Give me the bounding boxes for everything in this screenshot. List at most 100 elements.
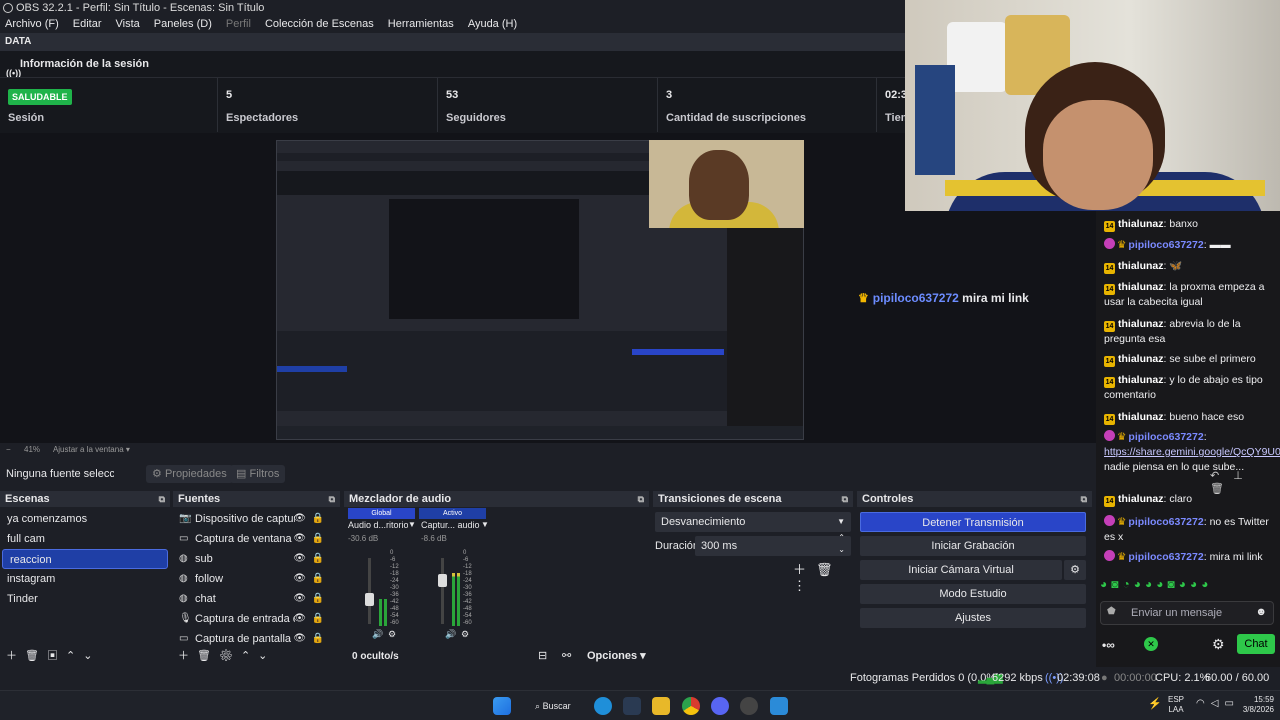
down-icon[interactable]: ⌄ bbox=[83, 650, 100, 662]
zoom-mode[interactable]: Ajustar a la ventana bbox=[53, 445, 124, 454]
chat-username[interactable]: thialunaz bbox=[1118, 218, 1164, 230]
trash-icon[interactable]: 🗑 bbox=[816, 562, 843, 577]
menu-item[interactable]: Paneles (D) bbox=[154, 16, 212, 33]
lock-icon[interactable]: 🔒 bbox=[312, 529, 324, 549]
source-item[interactable]: ▭ Captura de pantalla 👁 🔒 bbox=[173, 629, 340, 649]
source-item[interactable]: ◍ follow 👁 🔒 bbox=[173, 569, 340, 589]
trash-icon[interactable]: 🗑 bbox=[1210, 483, 1238, 495]
trash-icon[interactable]: 🗑 bbox=[25, 650, 47, 662]
chat-username[interactable]: thialunaz bbox=[1118, 374, 1164, 386]
clock[interactable]: 15:59 3/8/2026 bbox=[1234, 695, 1274, 715]
start-icon[interactable] bbox=[493, 697, 511, 715]
duration-input[interactable]: 300 ms ⌃ ⌄ bbox=[695, 533, 851, 556]
menu-item[interactable]: Archivo (F) bbox=[5, 16, 59, 33]
add-icon[interactable]: ＋ bbox=[178, 650, 197, 662]
popout-icon[interactable]: ⧉ bbox=[159, 491, 165, 507]
chat-message[interactable]: 14 thialunaz: 🦋 bbox=[1104, 259, 1274, 274]
popout-icon[interactable]: ⧉ bbox=[638, 491, 644, 507]
session-info-header[interactable]: ((•)) Información de la sesión bbox=[0, 51, 905, 78]
chat-username[interactable]: pipiloco637272 bbox=[1128, 516, 1203, 528]
up-icon[interactable]: ⌃ bbox=[241, 650, 258, 662]
lock-icon[interactable]: 🔒 bbox=[312, 629, 324, 649]
lock-icon[interactable]: 🔒 bbox=[312, 589, 324, 609]
down-icon[interactable]: ⌄ bbox=[258, 650, 275, 662]
chat-message[interactable]: ♛ pipiloco637272: no es Twitter es x bbox=[1104, 515, 1274, 545]
chat-username[interactable]: thialunaz bbox=[1118, 493, 1164, 505]
extension-icon[interactable]: ✕ bbox=[1144, 637, 1158, 651]
tray-icon[interactable]: ⚡ bbox=[1148, 697, 1162, 710]
chat-link[interactable]: https://share.gemini.google/QcQY9U07EGUh bbox=[1104, 446, 1280, 458]
chat-message[interactable]: ♛ pipiloco637272: ▬▬ bbox=[1104, 238, 1274, 253]
popout-icon[interactable]: ⧉ bbox=[842, 491, 848, 507]
popout-icon[interactable]: ⧉ bbox=[329, 491, 335, 507]
pin-icon[interactable]: ⊥ bbox=[1233, 470, 1257, 482]
more-icon[interactable]: ⋮ bbox=[793, 578, 816, 593]
source-item[interactable]: 🎙Captura de entrada de audio👁 🔒 bbox=[173, 609, 340, 629]
chat-input[interactable]: ⬟ Enviar un mensaje ☻ bbox=[1100, 601, 1274, 625]
virtual-camera-settings-gear-icon[interactable]: ⚙ bbox=[1064, 560, 1086, 580]
layout-icon[interactable]: ⊟ bbox=[538, 647, 547, 665]
volume-slider[interactable] bbox=[365, 558, 374, 624]
source-item[interactable]: ◍ chat 👁 🔒 bbox=[173, 589, 340, 609]
zoom-level[interactable]: 41% bbox=[24, 445, 40, 454]
eye-icon[interactable]: 👁 bbox=[293, 549, 306, 569]
chat-username[interactable]: thialunaz bbox=[1118, 411, 1164, 423]
chat-username[interactable]: thialunaz bbox=[1118, 281, 1164, 293]
points-icon[interactable]: •∞ bbox=[1102, 638, 1115, 652]
popout-icon[interactable]: ⧉ bbox=[1081, 491, 1087, 507]
chat-username[interactable]: thialunaz bbox=[1118, 318, 1164, 330]
chat-message[interactable]: 14 thialunaz: se sube el primero bbox=[1104, 352, 1274, 367]
chat-message[interactable]: 14 thialunaz: banxo bbox=[1104, 217, 1274, 232]
lock-icon[interactable]: 🔒 bbox=[312, 549, 324, 569]
scene-item[interactable]: full cam bbox=[0, 529, 170, 549]
chevron-down-icon[interactable]: ▼ bbox=[481, 520, 489, 529]
volume-slider[interactable] bbox=[438, 558, 447, 624]
filter-icon[interactable]: ▣ bbox=[47, 650, 66, 662]
chat-message[interactable]: 14 thialunaz: la proxma empeza a usar la … bbox=[1104, 280, 1274, 310]
lock-icon[interactable]: 🔒 bbox=[312, 569, 324, 589]
chat-message[interactable]: 14 thialunaz: bueno hace eso bbox=[1104, 410, 1274, 425]
eye-icon[interactable]: 👁 bbox=[293, 609, 306, 629]
volume-knob[interactable] bbox=[438, 574, 447, 587]
menu-item[interactable]: Ayuda (H) bbox=[468, 16, 517, 33]
menu-item[interactable]: Vista bbox=[116, 16, 140, 33]
menu-item[interactable]: Perfil bbox=[226, 16, 251, 33]
options-menu[interactable]: Opciones ▾ bbox=[587, 647, 646, 665]
notepad-icon[interactable] bbox=[770, 697, 788, 715]
search-button[interactable]: ⌕ Buscar bbox=[525, 695, 577, 717]
chat-message[interactable]: ♛ pipiloco637272: mira mi link bbox=[1104, 550, 1274, 565]
chat-username[interactable]: thialunaz bbox=[1118, 353, 1164, 365]
lock-icon[interactable]: 🔒 bbox=[312, 509, 324, 529]
trash-icon[interactable]: 🗑 bbox=[197, 650, 219, 662]
virtual-camera-button[interactable]: Iniciar Cámara Virtual bbox=[860, 560, 1062, 580]
discord-icon[interactable] bbox=[711, 697, 729, 715]
source-item[interactable]: ▭ Captura de ventana 👁 🔒 bbox=[173, 529, 340, 549]
emote-bar[interactable]: ◕◙◔◕◕◕◙◕◕◕ bbox=[1100, 577, 1212, 591]
scene-item[interactable]: reaccion bbox=[2, 549, 168, 569]
link-icon[interactable]: ⚯ bbox=[562, 647, 571, 665]
stop-stream-button[interactable]: Detener Transmisión bbox=[860, 512, 1086, 532]
steam-icon[interactable] bbox=[623, 697, 641, 715]
language-indicator[interactable]: ESP LAA bbox=[1168, 695, 1184, 715]
chat-settings-gear-icon[interactable]: ⚙ bbox=[1212, 636, 1225, 653]
gear-icon[interactable]: ⚙ bbox=[219, 650, 241, 662]
add-icon[interactable]: ＋ bbox=[793, 562, 816, 577]
chrome-icon[interactable] bbox=[682, 697, 700, 715]
chat-send-button[interactable]: Chat bbox=[1237, 634, 1275, 654]
settings-button[interactable]: Ajustes bbox=[860, 608, 1086, 628]
obs-taskbar-icon[interactable] bbox=[740, 697, 758, 715]
reply-icon[interactable]: ↶ bbox=[1210, 470, 1233, 482]
eye-icon[interactable]: 👁 bbox=[293, 589, 306, 609]
spinner-icon[interactable]: ⌃ ⌄ bbox=[838, 532, 845, 556]
lock-icon[interactable]: 🔒 bbox=[312, 609, 324, 629]
properties-button[interactable]: ⚙ Propiedades bbox=[146, 465, 233, 483]
speaker-icon[interactable]: 🔊 bbox=[445, 629, 456, 640]
up-icon[interactable]: ⌃ bbox=[66, 650, 83, 662]
source-item[interactable]: ◍ sub 👁 🔒 bbox=[173, 549, 340, 569]
mixer-tab-global[interactable]: Global bbox=[348, 508, 415, 519]
speaker-icon[interactable]: 🔊 bbox=[372, 629, 383, 640]
eye-icon[interactable]: 👁 bbox=[293, 569, 306, 589]
eye-icon[interactable]: 👁 bbox=[293, 529, 306, 549]
chat-username[interactable]: thialunaz bbox=[1118, 260, 1164, 272]
emote-icon[interactable]: ☻ bbox=[1255, 606, 1267, 618]
